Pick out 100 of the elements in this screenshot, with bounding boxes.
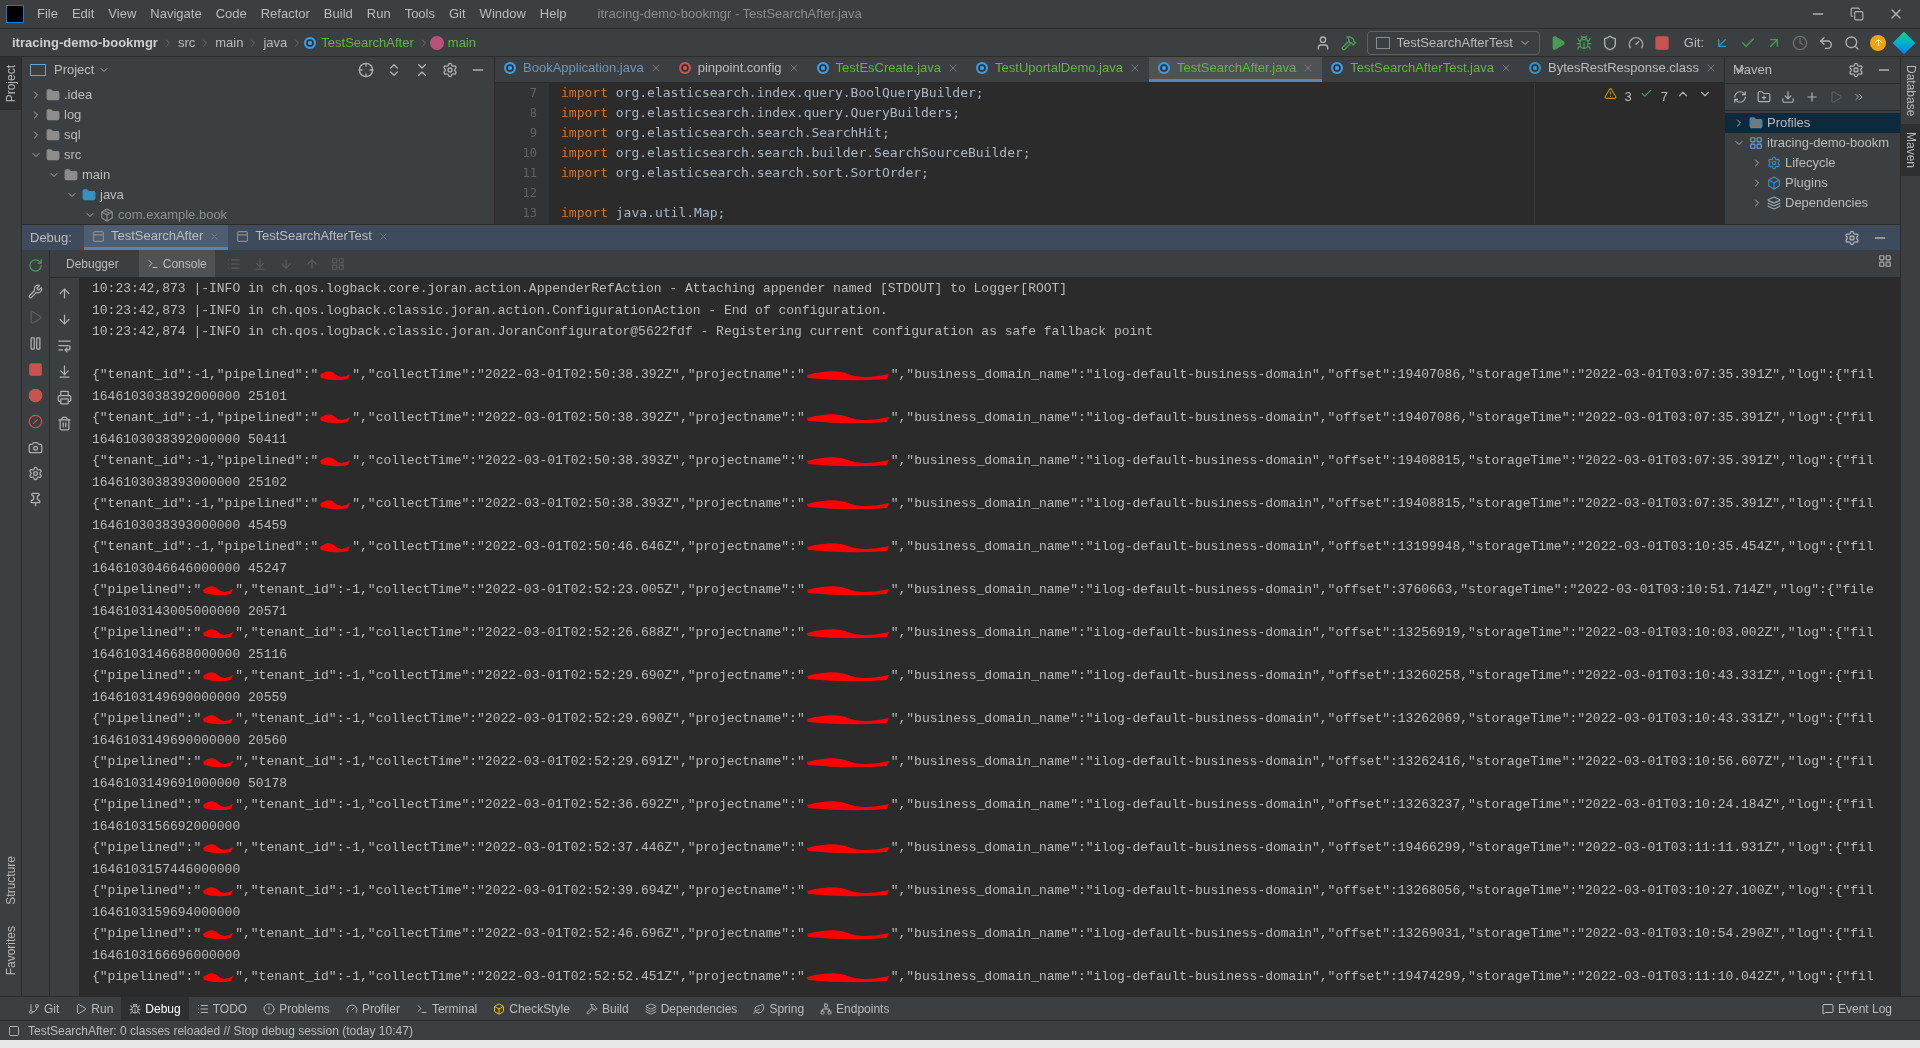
undo-icon[interactable] — [1818, 34, 1834, 51]
tool-window-tab[interactable]: TODO — [188, 997, 256, 1020]
tree-item[interactable]: itracing-demo-bookm — [1725, 133, 1900, 153]
tree-item[interactable]: Profiles — [1725, 113, 1900, 133]
settings-icon[interactable] — [28, 466, 43, 481]
editor-tab[interactable]: TestSearchAfter.java — [1148, 57, 1323, 82]
menu-item[interactable]: Refactor — [253, 4, 317, 24]
restore-icon[interactable] — [1850, 7, 1864, 21]
tool-window-tab[interactable]: Project — [0, 57, 21, 111]
tree-item[interactable]: .idea — [22, 85, 494, 105]
status-icon[interactable] — [8, 1024, 20, 1037]
add-icon[interactable] — [1805, 90, 1819, 104]
tree-item[interactable]: Dependencies — [1725, 193, 1900, 213]
editor-tab[interactable]: TestSearchAfterTest.java — [1322, 57, 1520, 82]
session-tab[interactable]: TestSearchAfterTest — [228, 225, 397, 250]
editor-tab[interactable]: BytesRestResponse.class — [1519, 57, 1725, 82]
tree-item[interactable]: src — [22, 145, 494, 165]
coverage-icon[interactable] — [1601, 34, 1618, 51]
breadcrumb-item[interactable]: TestSearchAfter — [317, 32, 418, 53]
stop-icon[interactable] — [28, 362, 43, 377]
tree-item[interactable]: sql — [22, 125, 494, 145]
editor-tab[interactable]: BookApplication.java — [495, 57, 670, 82]
package-icon[interactable] — [100, 208, 114, 222]
more-icon[interactable] — [1853, 91, 1865, 103]
breadcrumb-item[interactable]: src — [173, 32, 200, 53]
tool-window-tab[interactable]: Maven — [1901, 124, 1920, 177]
print-icon[interactable] — [57, 390, 72, 405]
editor-tab[interactable]: TestEsCreate.java — [807, 57, 968, 82]
menu-item[interactable]: Help — [532, 4, 574, 24]
tool-window-tab[interactable]: Problems — [255, 997, 338, 1020]
tool-window-tab[interactable]: Endpoints — [812, 997, 898, 1020]
folder-icon[interactable] — [46, 148, 60, 162]
folder-icon[interactable] — [46, 128, 60, 142]
tool-window-tab[interactable]: Structure — [1, 847, 20, 918]
menu-item[interactable]: View — [101, 4, 144, 24]
debug-subtab[interactable]: Console — [138, 250, 215, 277]
down-arrow-icon[interactable] — [57, 312, 72, 327]
settings-icon[interactable] — [442, 62, 458, 78]
check-count[interactable]: 7 — [1660, 87, 1668, 107]
breadcrumb-item[interactable]: main — [443, 32, 480, 53]
tool-window-tab[interactable]: Favorites — [1, 917, 20, 988]
tree-item[interactable]: main — [22, 165, 494, 185]
breadcrumb-item[interactable]: itracing-demo-bookmgr — [8, 32, 162, 53]
tool-window-tab[interactable]: Terminal — [407, 997, 486, 1020]
menu-item[interactable]: Window — [472, 4, 533, 24]
session-tab[interactable]: TestSearchAfter — [83, 225, 229, 250]
camera-icon[interactable] — [28, 440, 43, 455]
up-arrow-icon[interactable] — [57, 286, 72, 301]
locate-icon[interactable] — [358, 62, 374, 78]
folder-icon[interactable] — [82, 188, 96, 202]
menu-item[interactable]: Run — [359, 4, 398, 24]
hammer-icon[interactable] — [1341, 34, 1358, 51]
tool-window-tab[interactable]: Run — [67, 997, 122, 1020]
mute-breakpoints-icon[interactable] — [28, 414, 43, 429]
menu-item[interactable]: Build — [316, 4, 360, 24]
soft-wrap-icon[interactable] — [57, 338, 72, 353]
warning-count[interactable]: 3 — [1624, 87, 1632, 107]
event-log-button[interactable]: Event Log — [1813, 999, 1900, 1018]
trash-icon[interactable] — [57, 416, 72, 431]
panel-title[interactable]: Maven — [1733, 60, 1773, 80]
add-folder-icon[interactable] — [1757, 90, 1771, 104]
folder-icon[interactable] — [46, 108, 60, 122]
scroll-to-end-icon[interactable] — [57, 364, 72, 379]
dependencies-icon[interactable] — [1767, 196, 1781, 210]
tool-window-tab[interactable]: Build — [577, 997, 637, 1020]
menu-item[interactable]: Git — [442, 4, 473, 24]
layout-settings-icon[interactable] — [1878, 254, 1892, 268]
folder-icon[interactable] — [46, 88, 60, 102]
tree-item[interactable]: Plugins — [1725, 173, 1900, 193]
module-icon[interactable] — [1749, 136, 1763, 150]
history-icon[interactable] — [1792, 34, 1808, 51]
breakpoints-icon[interactable] — [28, 388, 43, 403]
tool-window-tab[interactable]: Database — [1901, 57, 1920, 125]
reload-icon[interactable] — [1733, 90, 1747, 104]
pause-icon[interactable] — [28, 336, 43, 351]
menu-item[interactable]: Tools — [397, 4, 442, 24]
tree-item[interactable]: com.example.book — [22, 205, 494, 224]
editor-tab[interactable]: TestUportalDemo.java — [967, 57, 1149, 82]
menu-item[interactable]: File — [30, 4, 65, 24]
breadcrumb-item[interactable]: java — [259, 32, 292, 53]
stop-icon[interactable] — [1653, 34, 1670, 51]
rerun-icon[interactable] — [28, 258, 43, 273]
settings-icon[interactable] — [1848, 62, 1864, 78]
update-badge-icon[interactable] — [1870, 34, 1886, 51]
tool-window-tab[interactable]: CheckStyle — [485, 997, 578, 1020]
tool-window-tab[interactable]: Git — [20, 997, 68, 1020]
folder-icon[interactable] — [64, 168, 78, 182]
debug-subtab[interactable]: Debugger — [58, 250, 127, 277]
tool-window-tab[interactable]: Dependencies — [636, 997, 746, 1020]
wrench-icon[interactable] — [28, 284, 43, 299]
tool-window-tab[interactable]: Profiler — [337, 997, 408, 1020]
panel-title[interactable]: Project — [54, 60, 95, 80]
profile-icon[interactable] — [1627, 34, 1644, 51]
run-config-dropdown[interactable]: TestSearchAfterTest — [1367, 30, 1540, 55]
pin-icon[interactable] — [28, 492, 43, 507]
tree-item[interactable]: Lifecycle — [1725, 153, 1900, 173]
search-icon[interactable] — [1844, 34, 1860, 51]
tool-window-tab[interactable]: Debug — [121, 997, 189, 1020]
debug-icon[interactable] — [1575, 34, 1592, 51]
tool-window-tab[interactable]: Spring — [745, 997, 813, 1020]
